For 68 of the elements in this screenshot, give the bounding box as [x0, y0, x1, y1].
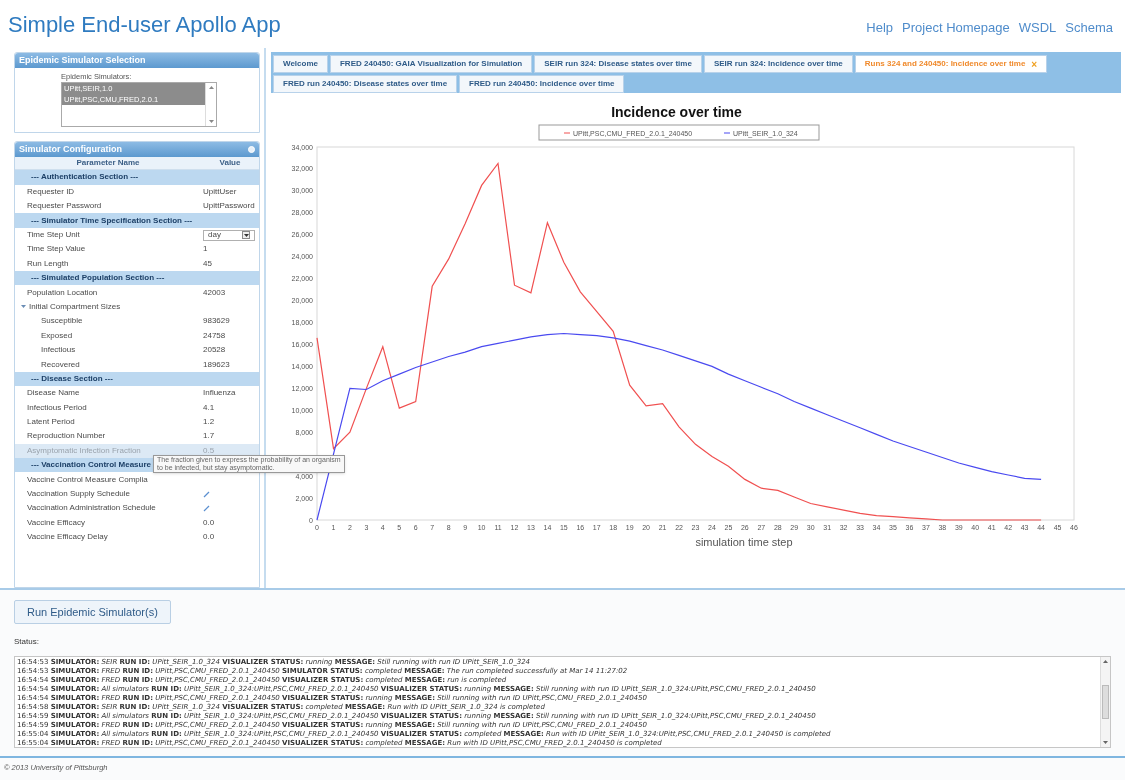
parameter-name: Infectious	[41, 344, 76, 357]
app-title: Simple End-user Apollo App	[8, 10, 281, 39]
parameter-name: Vaccine Control Measure Complia	[27, 473, 148, 486]
parameter-value: UpittUser	[203, 185, 237, 198]
parameter-name: Disease Name	[27, 387, 80, 400]
parameter-value: UpittPassword	[203, 200, 255, 213]
parameter-name: Vaccination Administration Schedule	[27, 502, 156, 515]
tab[interactable]: Runs 324 and 240450: Incidence over time ×	[854, 55, 1048, 73]
parameter-value: 0.5	[203, 444, 215, 457]
parameter-value: 42003	[203, 286, 226, 299]
parameter-value: 24758	[203, 329, 226, 342]
parameter-name: Reproduction Number	[27, 430, 106, 443]
parameter-name: Exposed	[41, 329, 73, 342]
header-link[interactable]: Schema	[1065, 18, 1113, 38]
run-simulator-button[interactable]: Run Epidemic Simulator(s)	[14, 600, 171, 624]
parameter-value: Influenza	[203, 387, 236, 400]
section-label: --- Simulated Population Section ---	[31, 272, 165, 285]
parameter-name: Initial Compartment Sizes	[29, 300, 121, 313]
header-link[interactable]: Project Homepage	[902, 18, 1010, 38]
x-axis-title: simulation time step	[695, 536, 793, 548]
chart-title: Incidence over time	[611, 104, 742, 120]
header-link[interactable]: WSDL	[1018, 18, 1057, 38]
parameter-name: Recovered	[41, 358, 80, 371]
tab[interactable]: FRED 240450: GAIA Visualization for Simulation	[330, 55, 533, 73]
parameter-name: Susceptible	[41, 315, 83, 328]
parameter-name: Requester ID	[27, 185, 75, 198]
scrollbar-icon	[205, 83, 216, 127]
parameter-name: Time Step Value	[27, 243, 86, 256]
parameter-name: Latent Period	[27, 416, 75, 429]
column-header: Value	[218, 157, 242, 170]
parameter-value: 0.0	[203, 531, 215, 544]
parameter-value: 189623	[203, 358, 230, 371]
parameter-name: Infectious Period	[27, 401, 87, 414]
parameter-name: Vaccine Efficacy	[27, 516, 85, 529]
caret-icon	[242, 231, 250, 239]
parameter-name: Vaccine Efficacy Delay	[27, 531, 108, 544]
parameter-name: Requester Password	[27, 200, 102, 213]
tab[interactable]: FRED run 240450: Disease states over time	[273, 75, 458, 93]
parameter-name: Asymptomatic Infection Fraction	[27, 444, 141, 457]
parameter-value: 20528	[203, 344, 226, 357]
collapse-icon[interactable]	[248, 146, 255, 154]
parameter-value: 983629	[203, 315, 230, 328]
section-label: --- Simulator Time Specification Section ---	[31, 214, 193, 227]
parameter-name: Time Step Unit	[27, 229, 80, 241]
close-icon[interactable]: ×	[1031, 56, 1038, 72]
panel-title: Epidemic Simulator Selection	[15, 53, 259, 68]
section-label: --- Disease Section ---	[31, 372, 113, 385]
section-label: --- Authentication Section ---	[31, 171, 139, 184]
tab[interactable]: Welcome	[273, 55, 328, 73]
section-label: --- Vaccination Control Measure	[31, 459, 152, 472]
column-header: Parameter Name	[75, 157, 141, 170]
panel-title: Simulator Configuration	[19, 143, 122, 156]
parameter-name: Run Length	[27, 257, 69, 270]
parameter-value: 0.0	[203, 516, 215, 529]
header-link[interactable]: Help	[866, 18, 894, 38]
expander-icon[interactable]	[21, 304, 26, 310]
parameter-value: 1	[203, 243, 208, 256]
parameter-name: Population Location	[27, 286, 98, 299]
tab[interactable]: SEIR run 324: Incidence over time	[703, 55, 853, 73]
tab[interactable]: FRED run 240450: Incidence over time	[459, 75, 625, 93]
parameter-value: 1.2	[203, 416, 215, 429]
tab[interactable]: SEIR run 324: Disease states over time	[534, 55, 702, 73]
parameter-name: Vaccination Supply Schedule	[27, 488, 131, 501]
parameter-value: 45	[203, 257, 212, 270]
status-label: Status:	[14, 636, 40, 648]
parameter-value: 1.7	[203, 430, 215, 443]
unit-dropdown[interactable]: day	[203, 229, 255, 241]
parameter-value: 4.1	[203, 401, 215, 414]
